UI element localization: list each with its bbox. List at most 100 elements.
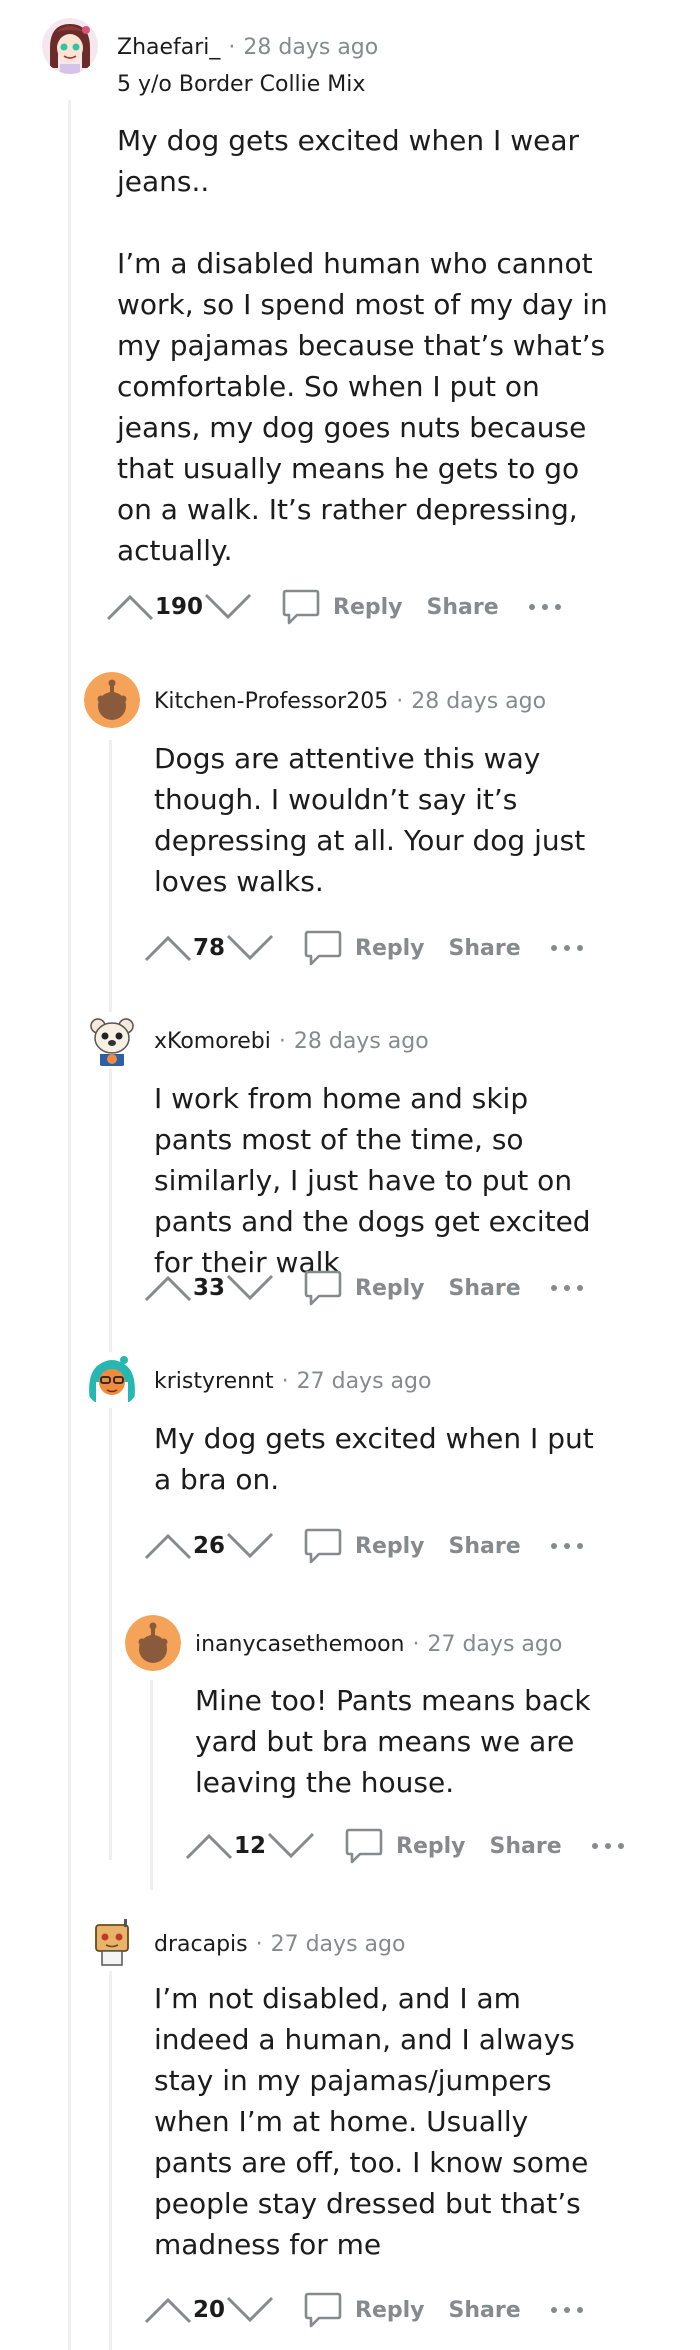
- comment-body: Dogs are attentive this way though. I wo…: [154, 738, 594, 902]
- avatar[interactable]: [42, 18, 98, 74]
- downvote-button[interactable]: [266, 1824, 316, 1868]
- vote-score: 20: [193, 2297, 226, 2323]
- timestamp[interactable]: 27 days ago: [297, 1369, 432, 1394]
- comment-body: Mine too! Pants means back yard but bra …: [195, 1680, 595, 1803]
- timestamp[interactable]: 27 days ago: [427, 1632, 562, 1657]
- downvote-button[interactable]: [203, 585, 253, 629]
- upvote-button[interactable]: [184, 1824, 234, 1868]
- username[interactable]: Zhaefari_: [117, 35, 220, 60]
- downvote-button[interactable]: [225, 2288, 275, 2332]
- username[interactable]: dracapis: [154, 1932, 248, 1957]
- timestamp[interactable]: 28 days ago: [294, 1029, 429, 1054]
- comment-actions: 12 Reply Share: [184, 1824, 628, 1868]
- default-snoo-avatar-icon: [125, 1615, 181, 1671]
- downvote-arrow-icon: [226, 2296, 274, 2323]
- comment-meta: kristyrennt · 27 days ago: [154, 1366, 431, 1396]
- vote-score: 78: [193, 935, 226, 961]
- polar-bear-avatar-icon: [84, 1012, 140, 1068]
- separator-dot: ·: [278, 1028, 286, 1054]
- comment-actions: 26 Reply Share: [143, 1524, 587, 1568]
- more-options-button[interactable]: [547, 1273, 587, 1303]
- more-options-button[interactable]: [525, 592, 565, 622]
- comment-body: My dog gets excited when I wear jeans.. …: [117, 120, 617, 571]
- share-button[interactable]: Share: [427, 595, 499, 620]
- timestamp[interactable]: 28 days ago: [243, 35, 378, 60]
- upvote-arrow-icon: [185, 1833, 233, 1860]
- user-flair: 5 y/o Border Collie Mix: [117, 72, 366, 97]
- thread-line-level1[interactable]: [109, 1970, 112, 2350]
- avatar[interactable]: [84, 1012, 140, 1068]
- share-button[interactable]: Share: [490, 1834, 562, 1859]
- upvote-arrow-icon: [144, 1275, 192, 1302]
- comment-paragraph: Dogs are attentive this way though. I wo…: [154, 742, 586, 898]
- more-options-button[interactable]: [547, 2295, 587, 2325]
- share-button[interactable]: Share: [449, 2298, 521, 2323]
- username[interactable]: Kitchen-Professor205: [154, 689, 388, 714]
- more-dots-icon: [528, 604, 561, 610]
- more-options-button[interactable]: [547, 933, 587, 963]
- comment-meta: dracapis · 27 days ago: [154, 1929, 405, 1959]
- reply-button[interactable]: Reply: [303, 929, 425, 967]
- separator-dot: ·: [228, 34, 236, 60]
- reply-button[interactable]: Reply: [281, 588, 403, 626]
- avatar[interactable]: [84, 1915, 140, 1971]
- more-dots-icon: [550, 1543, 583, 1549]
- separator-dot: ·: [396, 688, 404, 714]
- thread-line-level1[interactable]: [109, 1420, 112, 1590]
- downvote-button[interactable]: [225, 926, 275, 970]
- downvote-button[interactable]: [225, 1524, 275, 1568]
- comment-paragraph: Mine too! Pants means back yard but bra …: [195, 1684, 591, 1799]
- reply-button[interactable]: Reply: [303, 1269, 425, 1307]
- share-button[interactable]: Share: [449, 936, 521, 961]
- teal-hair-avatar-icon: [84, 1352, 140, 1408]
- comment-meta: Zhaefari_ · 28 days ago: [117, 32, 378, 62]
- avatar-icon: [42, 18, 98, 74]
- username[interactable]: xKomorebi: [154, 1029, 271, 1054]
- reply-label: Reply: [355, 935, 425, 961]
- upvote-arrow-icon: [144, 935, 192, 962]
- separator-dot: ·: [255, 1931, 263, 1957]
- avatar[interactable]: [125, 1615, 181, 1671]
- avatar[interactable]: [84, 1352, 140, 1408]
- thread-line-level2[interactable]: [150, 1680, 153, 1890]
- comment-paragraph: My dog gets excited when I put a bra on.: [154, 1422, 594, 1496]
- upvote-button[interactable]: [143, 1524, 193, 1568]
- vote-score: 12: [234, 1833, 267, 1859]
- comment-bubble-icon: [282, 589, 320, 625]
- reply-button[interactable]: Reply: [344, 1827, 466, 1865]
- downvote-arrow-icon: [204, 593, 252, 620]
- share-button[interactable]: Share: [449, 1534, 521, 1559]
- comment-actions: 78 Reply Share: [143, 926, 587, 970]
- more-options-button[interactable]: [588, 1831, 628, 1861]
- comment-actions: 33 Reply Share: [143, 1266, 587, 1310]
- comment-paragraph: My dog gets excited when I wear jeans..: [117, 124, 580, 198]
- comment-meta: Kitchen-Professor205 · 28 days ago: [154, 686, 546, 716]
- more-dots-icon: [550, 2307, 583, 2313]
- thread-line-root[interactable]: [68, 100, 71, 2350]
- username[interactable]: inanycasethemoon: [195, 1632, 404, 1657]
- upvote-button[interactable]: [105, 585, 155, 629]
- downvote-button[interactable]: [225, 1266, 275, 1310]
- comment-paragraph: I’m a disabled human who cannot work, so…: [117, 247, 608, 567]
- comment-bubble-icon: [345, 1828, 383, 1864]
- reply-button[interactable]: Reply: [303, 2291, 425, 2329]
- comment-bubble-icon: [304, 930, 342, 966]
- more-dots-icon: [550, 945, 583, 951]
- upvote-button[interactable]: [143, 1266, 193, 1310]
- avatar[interactable]: [84, 672, 140, 728]
- comment-body: My dog gets excited when I put a bra on.: [154, 1418, 594, 1500]
- reply-label: Reply: [355, 2297, 425, 2323]
- upvote-button[interactable]: [143, 2288, 193, 2332]
- upvote-arrow-icon: [106, 594, 154, 621]
- upvote-button[interactable]: [143, 926, 193, 970]
- comment-bubble-icon: [304, 1270, 342, 1306]
- more-options-button[interactable]: [547, 1531, 587, 1561]
- username[interactable]: kristyrennt: [154, 1369, 274, 1394]
- timestamp[interactable]: 27 days ago: [271, 1932, 406, 1957]
- reply-label: Reply: [355, 1533, 425, 1559]
- reply-button[interactable]: Reply: [303, 1527, 425, 1565]
- more-dots-icon: [550, 1285, 583, 1291]
- comment-actions: 190 Reply Share: [105, 585, 565, 629]
- timestamp[interactable]: 28 days ago: [411, 689, 546, 714]
- share-button[interactable]: Share: [449, 1276, 521, 1301]
